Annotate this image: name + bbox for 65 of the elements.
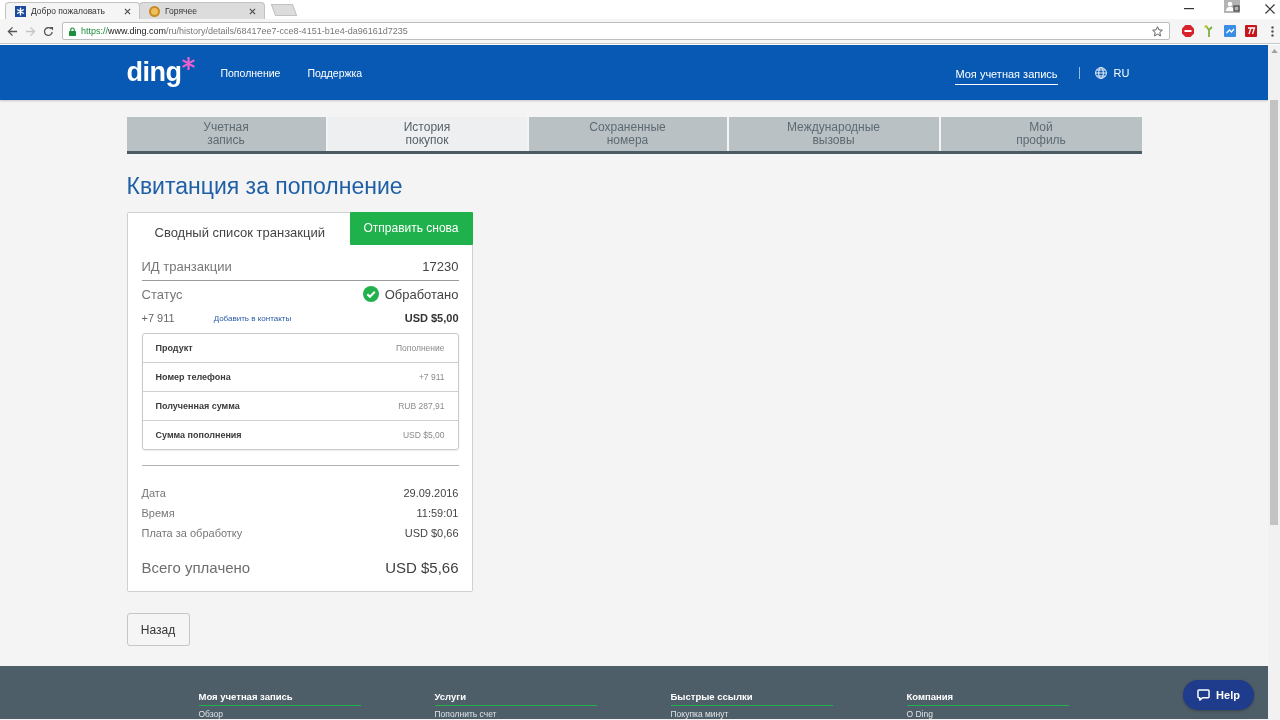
language-link[interactable]: RU <box>1113 66 1130 79</box>
nav-link[interactable]: Поддержка <box>307 66 363 79</box>
account-tab[interactable]: История покупок <box>327 117 527 151</box>
browser-tab[interactable]: Добро пожаловать <box>5 2 140 19</box>
reload-icon[interactable] <box>43 25 54 37</box>
detail-label: Полученная сумма <box>155 401 240 411</box>
scrollbar-thumb[interactable] <box>1270 100 1278 525</box>
phone-number: +7 911 <box>141 312 175 324</box>
help-button[interactable]: Help <box>1183 680 1254 710</box>
check-circle-icon <box>362 286 379 302</box>
charge-label: Дата <box>141 487 166 499</box>
detail-label: Сумма пополнения <box>155 430 242 440</box>
detail-value: USD $5,00 <box>402 430 445 440</box>
total-value: USD $5,66 <box>385 558 459 576</box>
extension-icon[interactable] <box>1245 25 1257 37</box>
menu-icon[interactable] <box>1271 25 1274 37</box>
back-button[interactable]: Назад <box>126 613 190 646</box>
charge-label: Плата за обработку <box>141 527 243 539</box>
minimize-icon[interactable] <box>1184 8 1194 10</box>
charge-label: Время <box>141 507 175 519</box>
globe-icon[interactable] <box>1094 66 1107 79</box>
close-icon[interactable] <box>1265 4 1275 14</box>
address-bar[interactable]: https://www.ding.com/ru/history/details/68417ee7-cce8-4151-b1e4-da96161d7235 <box>62 22 1170 40</box>
add-to-contacts-link[interactable]: Добавить в контакты <box>213 313 292 323</box>
asterisk-tile-icon <box>15 5 26 17</box>
chat-bubble-icon <box>1197 689 1211 701</box>
footer-heading: Моя учетная запись <box>198 691 293 703</box>
lock-icon <box>69 26 76 36</box>
footer-link[interactable]: Обзор <box>198 709 224 719</box>
footer-heading: Услуги <box>434 691 467 703</box>
logo[interactable]: ding <box>126 59 182 86</box>
charge-value: 29.09.2016 <box>403 487 459 499</box>
detail-value: +7 911 <box>418 372 445 382</box>
nav-link[interactable]: Пополнение <box>220 66 281 79</box>
footer-link[interactable]: О Ding <box>906 709 933 719</box>
charge-value: USD $0,66 <box>404 527 459 539</box>
detail-value: RUB 287,91 <box>398 401 445 411</box>
amount-value: USD $5,00 <box>404 312 459 324</box>
footer-link[interactable]: Пополнить счет <box>434 709 497 719</box>
url-text: https://www.ding.com/ru/history/details/68417ee7-cce8-4151-b1e4-da96161d7235 <box>81 26 408 36</box>
detail-label: Продукт <box>155 343 193 353</box>
total-label: Всего уплачено <box>141 558 251 576</box>
transaction-id-label: ИД транзакции <box>141 258 232 274</box>
page-title: Квитанция за пополнение <box>126 172 404 200</box>
status-label: Статус <box>141 286 183 302</box>
profile-icon[interactable] <box>1224 0 1240 13</box>
footer-link[interactable]: Покупка минут <box>670 709 729 719</box>
browser-tab[interactable]: Горячее <box>139 2 265 19</box>
footer-heading: Быстрые ссылки <box>670 691 753 703</box>
stop-sign-icon[interactable] <box>1182 25 1194 37</box>
close-icon[interactable] <box>124 7 131 15</box>
close-icon[interactable] <box>249 7 256 15</box>
asterisk-icon <box>182 57 196 70</box>
account-link[interactable]: Моя учетная запись <box>955 60 1058 85</box>
charge-value: 11:59:01 <box>416 507 459 519</box>
coin-icon <box>149 5 160 17</box>
back-arrow-icon[interactable] <box>7 25 18 37</box>
detail-label: Номер телефона <box>155 372 231 382</box>
receipt-heading: Сводный список транзакций <box>154 224 325 240</box>
transaction-id-value: 17230 <box>422 258 459 274</box>
star-icon[interactable] <box>1152 25 1163 37</box>
chart-tile-icon[interactable] <box>1224 25 1236 37</box>
status-value: Обработано <box>384 286 459 302</box>
footer-heading: Компания <box>906 691 954 703</box>
detail-value: Пополнение <box>395 343 445 353</box>
